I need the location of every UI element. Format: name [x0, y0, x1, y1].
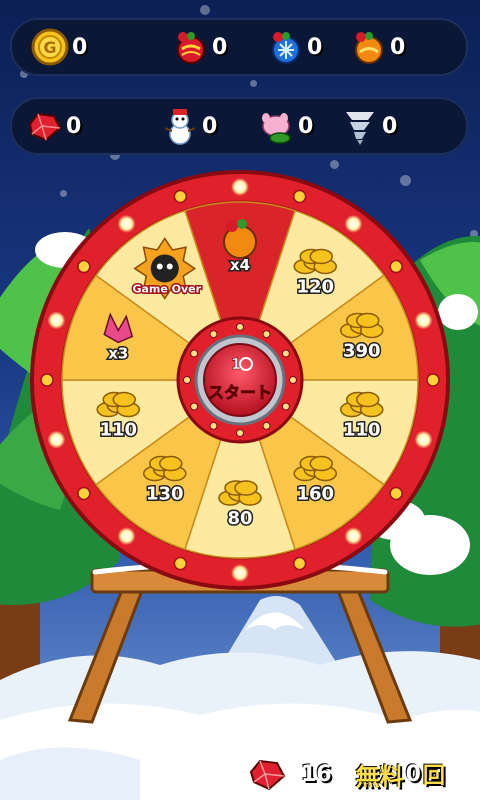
- gem-total-count: 16: [301, 761, 332, 787]
- roulette-wheel[interactable]: x412039011016080130110x3Game Over 1 スタート: [0, 0, 480, 800]
- segment-label: 160: [296, 484, 334, 505]
- rim-light: [414, 430, 433, 449]
- rim-light: [117, 527, 136, 546]
- rim-light: [292, 556, 307, 571]
- rim-light: [77, 486, 91, 501]
- rim-light: [389, 486, 403, 501]
- rim-light: [173, 556, 188, 571]
- hub-light: [183, 376, 191, 384]
- rim-light: [231, 178, 249, 196]
- hub-light: [262, 421, 271, 430]
- hub-light: [289, 376, 297, 384]
- segment-label: 120: [296, 276, 334, 297]
- rim-light: [173, 189, 188, 204]
- segment-label: 110: [343, 420, 381, 441]
- hub-light: [190, 402, 199, 411]
- footer-bar: 16 無料 0 回: [245, 750, 475, 798]
- hub-light: [190, 349, 199, 358]
- rim-light: [344, 527, 363, 546]
- rim-light: [414, 311, 433, 330]
- rim-light: [426, 373, 440, 387]
- hub-light: [262, 330, 271, 339]
- hub-light: [281, 402, 290, 411]
- hub-light: [209, 421, 218, 430]
- rim-light: [47, 311, 66, 330]
- hub-light: [236, 323, 244, 331]
- hub-light: [281, 349, 290, 358]
- segment-label: 390: [343, 340, 381, 361]
- rim-light: [47, 430, 66, 449]
- rim-light: [344, 214, 363, 233]
- rim-light: [389, 259, 403, 274]
- red-gem-icon: [249, 759, 286, 791]
- free-spin-count: 0: [405, 761, 421, 787]
- start-button-label[interactable]: スタート: [208, 383, 273, 403]
- rim-light: [231, 564, 249, 582]
- segment-label: 80: [227, 508, 252, 529]
- hub-light: [236, 429, 244, 437]
- rim-light: [117, 214, 136, 233]
- hub-light: [209, 330, 218, 339]
- segment-multiplier: x4: [230, 256, 250, 274]
- rim-light: [292, 189, 307, 204]
- rim-light: [40, 373, 54, 387]
- rim-light: [77, 259, 91, 274]
- free-spin-label: 無料: [355, 762, 404, 791]
- free-spin-unit: 回: [422, 764, 445, 789]
- segment-multiplier: x3: [108, 344, 128, 362]
- segment-label: 130: [146, 484, 184, 505]
- segment-label: 110: [99, 420, 137, 441]
- segment-label: Game Over: [132, 282, 201, 295]
